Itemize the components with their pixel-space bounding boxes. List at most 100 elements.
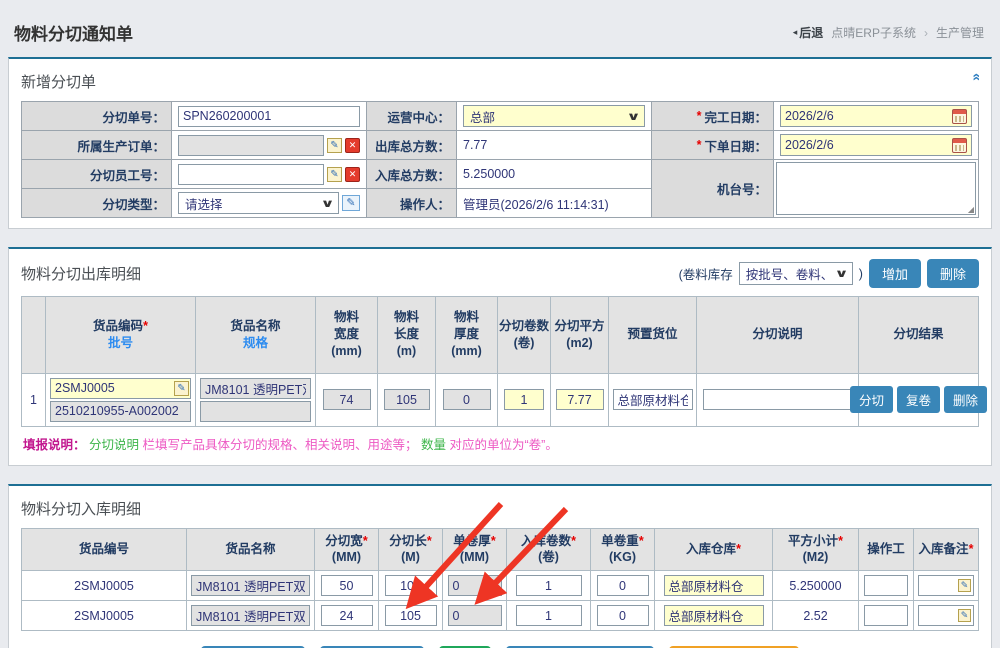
chevron-down-icon: ∨ — [320, 197, 334, 210]
stock-mode-select[interactable]: 按批号、卷料、分切卷 ∨ — [739, 262, 853, 285]
cut-width-input[interactable] — [321, 575, 373, 596]
collapse-section-icon[interactable]: » — [967, 73, 983, 81]
rewind-button[interactable]: 复卷 — [897, 386, 940, 413]
outbound-row: 1 ✎ — [22, 373, 979, 426]
back-link[interactable]: ◂后退 — [793, 24, 824, 41]
cutter-id-cell: ✎ ✕ — [172, 160, 367, 189]
inbound-table: 货品编号 货品名称 分切宽*(MM) 分切长*(M) 单卷厚*(MM) 入库卷数… — [21, 528, 979, 632]
row-delete-button[interactable]: 删除 — [944, 386, 987, 413]
lookup-icon[interactable]: ✎ — [958, 579, 971, 592]
breadcrumb-separator: › — [924, 26, 928, 40]
lookup-icon[interactable]: ✎ — [174, 381, 189, 396]
warehouse-cell — [655, 571, 773, 601]
add-row-button[interactable]: 增加 — [869, 259, 921, 288]
col-warehouse: 入库仓库* — [655, 528, 773, 571]
center-label: 运营中心： — [367, 102, 457, 131]
item-code-input[interactable] — [50, 378, 191, 399]
item-name-cell — [196, 373, 316, 426]
preset-location-input[interactable] — [613, 389, 693, 410]
roll-thickness-input[interactable] — [448, 605, 502, 626]
batch-no-input[interactable] — [50, 401, 191, 422]
item-name-cell — [187, 601, 315, 631]
clear-icon[interactable]: ✕ — [345, 138, 360, 153]
operator-cell — [859, 571, 914, 601]
preset-location-cell — [609, 373, 697, 426]
material-thickness-cell — [436, 373, 498, 426]
col-item-code: 货品编号 — [22, 528, 187, 571]
machine-textarea[interactable] — [776, 162, 976, 215]
col-cut-sqm: 分切平方 (m2) — [551, 297, 609, 374]
inbound-section-title: 物料分切入库明细 — [21, 496, 979, 528]
material-width-input[interactable] — [323, 389, 371, 410]
breadcrumb-system[interactable]: 点晴ERP子系统 — [831, 24, 916, 41]
machine-label: 机台号： — [652, 160, 774, 218]
material-thickness-input[interactable] — [443, 389, 491, 410]
inbound-header-row: 货品编号 货品名称 分切宽*(MM) 分切长*(M) 单卷厚*(MM) 入库卷数… — [22, 528, 979, 571]
operator-input[interactable] — [864, 575, 908, 596]
item-name-input[interactable] — [200, 378, 311, 399]
roll-weight-input[interactable] — [597, 575, 649, 596]
cut-result-cell: 分切 复卷 删除 — [859, 373, 979, 426]
warehouse-input[interactable] — [664, 575, 764, 596]
calendar-icon[interactable] — [952, 138, 967, 153]
lookup-icon[interactable]: ✎ — [327, 167, 342, 182]
prod-order-input[interactable] — [178, 135, 324, 156]
machine-cell: ◢ — [774, 160, 979, 218]
cut-sqm-input[interactable] — [556, 389, 604, 410]
edit-form-icon[interactable]: ✎ — [342, 195, 360, 211]
col-cut-note: 分切说明 — [697, 297, 859, 374]
item-name-cell — [187, 571, 315, 601]
cut-length-cell — [379, 601, 443, 631]
cut-button[interactable]: 分切 — [850, 386, 893, 413]
in-rolls-input[interactable] — [516, 605, 582, 626]
stock-prefix: (卷料库存 — [679, 264, 733, 283]
order-no-input[interactable] — [178, 106, 360, 127]
lookup-icon[interactable]: ✎ — [958, 609, 971, 622]
operator-value: 管理员(2026/2/6 11:14:31) — [457, 189, 652, 218]
cut-type-cell: 请选择 ∨ ✎ — [172, 189, 367, 218]
spec-link[interactable]: 规格 — [197, 335, 314, 352]
cutter-id-label: 分切员工号： — [22, 160, 172, 189]
col-cut-result: 分切结果 — [859, 297, 979, 374]
cut-rolls-input[interactable] — [504, 389, 544, 410]
stock-suffix: ) — [859, 267, 863, 281]
lookup-icon[interactable]: ✎ — [327, 138, 342, 153]
roll-thickness-input[interactable] — [448, 575, 502, 596]
material-length-input[interactable] — [384, 389, 430, 410]
warehouse-input[interactable] — [664, 605, 764, 626]
roll-weight-input[interactable] — [597, 605, 649, 626]
chevron-down-icon: ∨ — [626, 110, 640, 123]
calendar-icon[interactable] — [952, 109, 967, 124]
cut-width-input[interactable] — [321, 605, 373, 626]
finish-date-input[interactable]: 2026/2/6 — [780, 105, 972, 127]
cutter-id-input[interactable] — [178, 164, 324, 185]
cut-type-select[interactable]: 请选择 ∨ — [178, 192, 339, 214]
batch-link[interactable]: 批号 — [47, 335, 194, 352]
in-total-label: 入库总方数： — [367, 160, 457, 189]
cut-length-input[interactable] — [385, 605, 437, 626]
row-no: 1 — [22, 373, 46, 426]
in-rolls-input[interactable] — [516, 575, 582, 596]
clear-icon[interactable]: ✕ — [345, 167, 360, 182]
roll-thickness-cell — [443, 601, 507, 631]
breadcrumb-current: 生产管理 — [936, 24, 984, 41]
order-date-input[interactable]: 2026/2/6 — [780, 134, 972, 156]
item-name-input[interactable] — [191, 575, 310, 596]
order-date-cell: 2026/2/6 — [774, 131, 979, 160]
cut-length-input[interactable] — [385, 575, 437, 596]
item-name-input[interactable] — [191, 605, 310, 626]
in-total-value: 5.250000 — [457, 160, 652, 189]
page-title: 物料分切通知单 — [14, 20, 133, 45]
spec-input[interactable] — [200, 401, 311, 422]
col-item-code: 货品编码* 批号 — [46, 297, 196, 374]
col-material-thickness: 物料 厚度 (mm) — [436, 297, 498, 374]
delete-row-button[interactable]: 删除 — [927, 259, 979, 288]
cut-note-input[interactable] — [703, 389, 853, 410]
cut-rolls-cell — [498, 373, 551, 426]
operator-input[interactable] — [864, 605, 908, 626]
operator-label: 操作人： — [367, 189, 457, 218]
prod-order-cell: ✎ ✕ — [172, 131, 367, 160]
col-in-remark: 入库备注* — [914, 528, 979, 571]
center-select[interactable]: 总部 ∨ — [463, 105, 645, 127]
breadcrumb: ◂后退 点晴ERP子系统 › 生产管理 — [793, 24, 984, 41]
